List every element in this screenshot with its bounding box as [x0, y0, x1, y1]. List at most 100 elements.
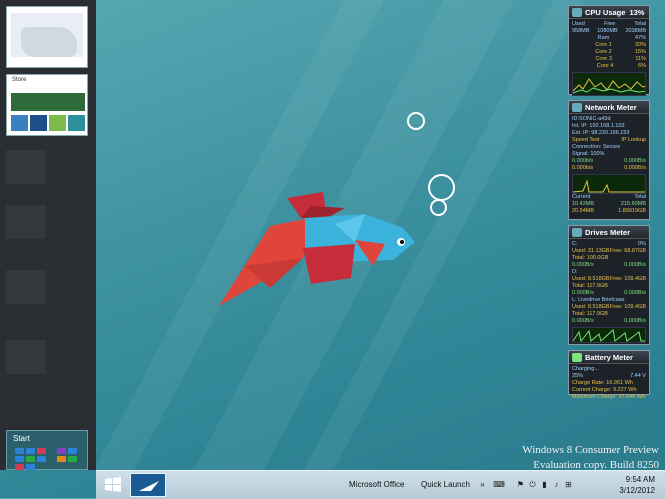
- windows-logo-icon[interactable]: [102, 475, 124, 495]
- charge-rate: Charge Rate: 16.951 Wh: [572, 380, 633, 386]
- internal-ip: Int. IP: 192.168.1.103: [572, 123, 625, 129]
- drive-l-total: Total: 117.9GB: [572, 311, 608, 317]
- cpu-gadget-header: CPU Usage 13%: [569, 6, 649, 19]
- drive-l-free: Free: 109.4GB: [609, 304, 646, 310]
- cpu-value: 13%: [629, 7, 645, 17]
- maps-app-thumbnail[interactable]: [6, 6, 88, 68]
- mem-header-used: Used: [572, 21, 585, 27]
- ram-pct: 47%: [634, 35, 646, 41]
- download-rate: 0.000b/s: [572, 165, 594, 171]
- mem-header-total: Total: [634, 21, 646, 27]
- fishbowl-app-button[interactable]: [130, 473, 166, 497]
- current-received: 20.54MB: [572, 208, 595, 214]
- current-sent: 10.42MB: [572, 201, 595, 207]
- drive-d-total: Total: 117.9GB: [572, 283, 608, 289]
- taskbar: Microsoft Office Quick Launch » ⌨ ⚑ ⏻ ▮ …: [96, 470, 665, 499]
- keyboard-icon[interactable]: ⌨: [490, 480, 508, 489]
- clock-time: 9:54 AM: [625, 475, 655, 484]
- drive-c-write: 0.000B/s: [624, 262, 646, 268]
- network-icon: [572, 102, 582, 112]
- drives-graph: [572, 327, 646, 343]
- drive-d-used: Used: 8.518GB: [572, 276, 610, 282]
- core-label: Core 4: [596, 63, 614, 69]
- cpu-graph: [572, 72, 646, 96]
- drive-l-used: Used: 8.518GB: [572, 304, 610, 310]
- network-signal-icon[interactable]: ▮: [540, 480, 549, 489]
- core-label: Core 3: [595, 56, 612, 62]
- network-gadget-header: Network Meter: [569, 101, 649, 114]
- drive-d-read: 0.000B/s: [572, 290, 594, 296]
- betta-fish-illustration: [219, 192, 415, 306]
- drive-c-used: Used: 31.13GB: [572, 248, 610, 254]
- total-sent: 215.60MB: [620, 201, 646, 207]
- drive-c-total: Total: 100.0GB: [572, 255, 609, 261]
- start-screen-thumbnail[interactable]: Start: [6, 430, 88, 470]
- flag-icon[interactable]: ⚑: [516, 480, 525, 489]
- clock[interactable]: 9:54 AM 3/12/2012: [619, 474, 655, 496]
- app-switcher-panel: Store Start: [0, 0, 96, 470]
- core-value: 6%: [638, 63, 646, 69]
- drive-c-label: C:: [572, 241, 578, 247]
- core-value: 15%: [634, 49, 646, 55]
- drive-l-write: 0.000B/s: [624, 318, 646, 324]
- upload-rate-bytes: 0.000B/s: [624, 158, 646, 164]
- external-ip: Ext. IP: 98.220.196.153: [572, 130, 630, 136]
- connection-status: Connection: Secure: [572, 144, 621, 150]
- watermark-line1: Windows 8 Consumer Preview: [522, 444, 659, 456]
- core-label: Core 2: [595, 49, 612, 55]
- faded-desktop-icon: [6, 205, 46, 239]
- start-label: Start: [13, 434, 30, 443]
- drive-d-write: 0.000B/s: [624, 290, 646, 296]
- core-value: 20%: [634, 42, 646, 48]
- total-label: Total: [634, 194, 646, 200]
- battery-status: Charging...: [572, 366, 599, 372]
- mem-total: 2038MB: [625, 28, 647, 34]
- battery-meter-gadget[interactable]: Battery Meter Charging... 25% 7.44 V Char…: [568, 350, 650, 400]
- clock-date: 3/12/2012: [619, 486, 655, 495]
- upload-rate: 0.000b/s: [572, 158, 594, 164]
- network-id: ID:SONIC-a43d: [572, 116, 611, 122]
- signal-strength: Signal: 100%: [572, 151, 605, 157]
- ram-label: Ram: [597, 35, 610, 41]
- network-graph: [572, 174, 646, 194]
- core-value: 11%: [635, 56, 646, 62]
- current-charge: Current Charge: 9.227 Wh: [572, 387, 637, 393]
- map-landmass: [21, 27, 77, 57]
- drive-icon: [572, 227, 582, 237]
- microsoft-office-toolbar[interactable]: Microsoft Office: [349, 480, 404, 489]
- mem-used: 958MB: [572, 28, 590, 34]
- bubble: [430, 199, 447, 216]
- drive-d-label: D:: [572, 269, 578, 275]
- battery-voltage: 7.44 V: [630, 373, 646, 379]
- power-icon[interactable]: ⏻: [528, 480, 537, 489]
- quick-launch-toolbar[interactable]: Quick Launch: [421, 480, 470, 489]
- total-received: 1.89919GB: [618, 208, 646, 214]
- drives-title: Drives Meter: [585, 227, 631, 237]
- store-app-label: Store: [12, 77, 27, 83]
- chevron-right-icon[interactable]: »: [478, 480, 487, 489]
- drive-c-read: 0.000B/s: [572, 262, 594, 268]
- store-app-thumbnail[interactable]: Store: [6, 74, 88, 136]
- faded-desktop-icon: [6, 340, 46, 374]
- drive-l-label: L: Livedrive Briefcase: [572, 297, 625, 303]
- mem-free: 1080MB: [597, 28, 618, 34]
- cpu-usage-gadget[interactable]: CPU Usage 13% Used Free Total 958MB 1080MB 2…: [568, 5, 650, 96]
- drive-d-free: Free: 109.4GB: [609, 276, 646, 282]
- drive-l-read: 0.000B/s: [572, 318, 594, 324]
- battery-title: Battery Meter: [585, 352, 633, 362]
- battery-pct: 25%: [572, 373, 584, 379]
- volume-icon[interactable]: ♪: [552, 480, 561, 489]
- cpu-title: CPU Usage: [585, 7, 626, 17]
- battery-icon: [572, 352, 582, 362]
- store-banner: [11, 93, 85, 111]
- store-tile-row: [11, 115, 85, 131]
- mem-header-free: Free: [603, 21, 616, 27]
- language-icon[interactable]: ⊞: [564, 480, 573, 489]
- ip-lookup-link[interactable]: IP Lookup: [621, 137, 646, 144]
- map-preview: [11, 13, 83, 57]
- speed-test-link[interactable]: Speed Test: [572, 137, 599, 144]
- drives-meter-gadget[interactable]: Drives Meter C: 0% Used: 31.13GB Free: 68.…: [568, 225, 650, 345]
- cpu-icon: [572, 7, 582, 17]
- network-meter-gadget[interactable]: Network Meter ID:SONIC-a43d Int. IP: 192…: [568, 100, 650, 220]
- battery-gadget-header: Battery Meter: [569, 351, 649, 364]
